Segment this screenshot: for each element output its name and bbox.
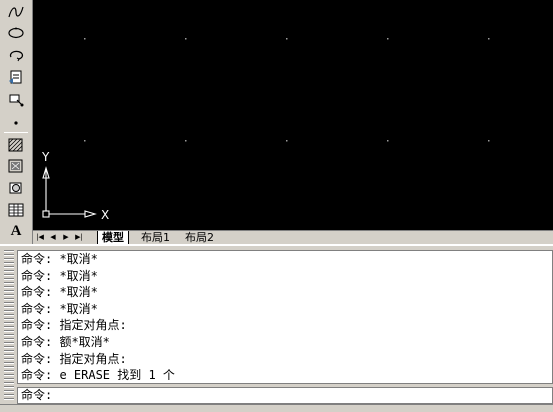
last-tab-button[interactable]: ▶|	[74, 232, 84, 243]
next-tab-button[interactable]: ▶	[61, 232, 71, 243]
command-history[interactable]: 命令: *取消* 命令: *取消* 命令: *取消* 命令: *取消* 命令: …	[17, 250, 553, 384]
multiline-text-icon[interactable]: A	[5, 222, 27, 241]
hatch-icon[interactable]	[5, 135, 27, 154]
command-window: 命令: *取消* 命令: *取消* 命令: *取消* 命令: *取消* 命令: …	[0, 244, 553, 404]
drawing-canvas[interactable]: Y X	[33, 0, 553, 230]
region-icon[interactable]	[5, 178, 27, 197]
history-line: 命令: *取消*	[21, 285, 98, 300]
history-line: 命令: e ERASE 找到 1 个	[21, 368, 175, 383]
spline-icon[interactable]	[5, 2, 27, 21]
status-bar	[0, 404, 553, 412]
make-block-icon[interactable]	[5, 90, 27, 109]
gradient-icon[interactable]	[5, 156, 27, 175]
ucs-y-label: Y	[41, 150, 50, 164]
insert-block-icon[interactable]	[5, 67, 27, 86]
first-tab-button[interactable]: |◀	[35, 232, 45, 243]
command-window-grip[interactable]	[4, 250, 14, 400]
history-line: 命令: *取消*	[21, 268, 98, 283]
layout-tab-bar: |◀ ◀ ▶ ▶| 模型 布局1 布局2	[33, 230, 553, 245]
ucs-x-label: X	[101, 208, 109, 222]
tab-layout1[interactable]: 布局1	[137, 231, 174, 245]
tab-model[interactable]: 模型	[97, 231, 129, 245]
history-line: 命令: 额*取消*	[21, 334, 110, 349]
tab-layout2[interactable]: 布局2	[181, 231, 218, 245]
table-icon[interactable]	[5, 200, 27, 219]
history-line: 命令: *取消*	[21, 252, 98, 266]
ucs-icon	[42, 166, 97, 218]
command-input[interactable]: 命令:	[17, 387, 553, 404]
draw-toolbar: A	[0, 0, 33, 244]
history-line: 命令: *取消*	[21, 301, 98, 316]
history-line: 命令: 指定对角点:	[21, 318, 127, 333]
ellipse-arc-icon[interactable]	[5, 45, 27, 64]
ellipse-icon[interactable]	[5, 23, 27, 42]
point-icon[interactable]	[5, 112, 27, 131]
prev-tab-button[interactable]: ◀	[48, 232, 58, 243]
command-prompt-label: 命令:	[21, 388, 53, 402]
history-line: 命令: 指定对角点:	[21, 351, 127, 366]
grid-dots	[84, 38, 490, 142]
